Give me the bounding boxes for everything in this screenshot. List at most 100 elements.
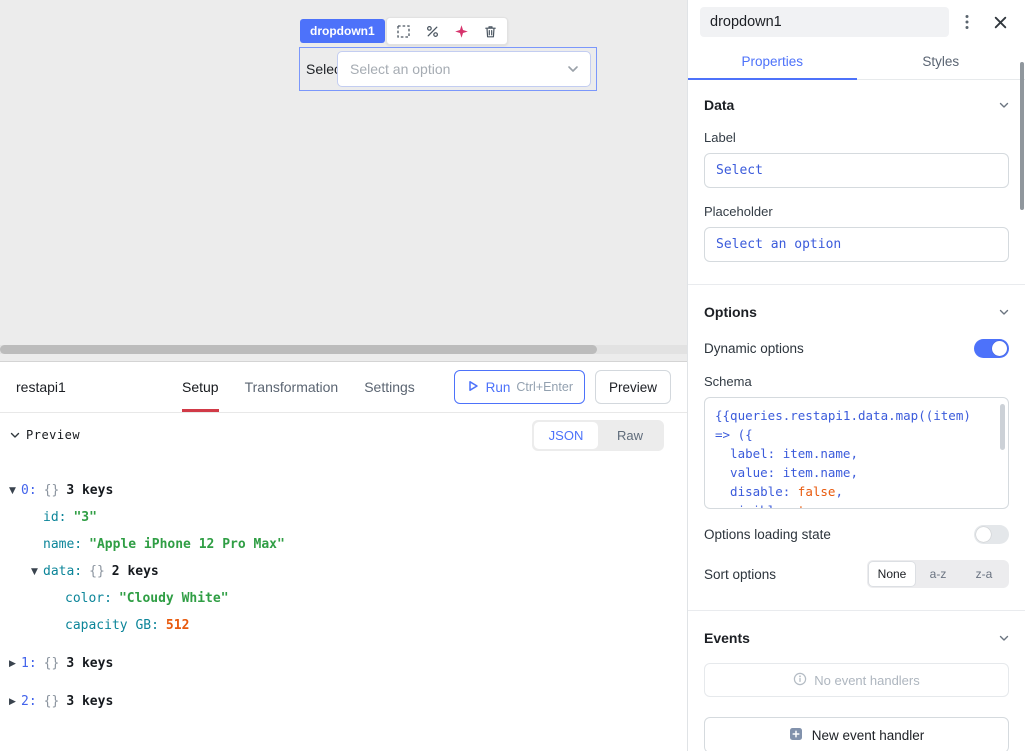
json-value: "Apple iPhone 12 Pro Max": [89, 537, 285, 552]
preview-button[interactable]: Preview: [595, 370, 671, 404]
chevron-down-icon: [567, 60, 579, 78]
play-icon: [466, 379, 480, 396]
code-line: disable: false,: [715, 482, 994, 501]
json-preview-tree: ▼0:{}3 keys id:"3" name:"Apple iPhone 12…: [0, 457, 687, 715]
toggle-knob: [992, 341, 1007, 356]
options-loading-toggle[interactable]: [974, 525, 1009, 544]
sort-options-row: Sort options None a-z z-a: [704, 560, 1009, 588]
expand-arrow-icon[interactable]: ▶: [6, 697, 19, 707]
tab-styles[interactable]: Styles: [857, 44, 1025, 80]
plus-square-icon: [789, 727, 803, 744]
expand-arrow-icon[interactable]: ▶: [6, 659, 19, 669]
tab-transformation[interactable]: Transformation: [245, 362, 339, 412]
section-data-header[interactable]: Data: [704, 96, 1009, 114]
json-braces: {}: [44, 694, 60, 709]
vertical-scrollbar-thumb[interactable]: [1020, 62, 1024, 210]
code-line: value: item.name,: [715, 463, 994, 482]
close-icon[interactable]: [985, 7, 1015, 37]
divider: [688, 610, 1025, 611]
dropdown-widget-control[interactable]: Select an option: [337, 51, 591, 87]
inspector-header: dropdown1: [688, 0, 1025, 44]
json-tree-row[interactable]: ▶1:{}3 keys: [6, 650, 687, 677]
section-title: Events: [704, 630, 750, 646]
json-key: 2:: [21, 694, 37, 709]
chevron-down-icon[interactable]: [999, 629, 1009, 647]
no-event-handlers-box: No event handlers: [704, 663, 1009, 697]
placeholder-field-label: Placeholder: [704, 204, 1009, 219]
json-key: 0:: [21, 483, 37, 498]
preview-section-label: Preview: [26, 428, 80, 442]
json-braces: {}: [44, 483, 60, 498]
query-panel-header: restapi1 Setup Transformation Settings R…: [0, 362, 687, 413]
format-raw-segment[interactable]: Raw: [598, 422, 662, 449]
dashed-square-icon[interactable]: [390, 19, 417, 43]
toggle-knob: [976, 527, 991, 542]
json-value: 512: [166, 618, 189, 633]
section-events-header[interactable]: Events: [704, 629, 1009, 647]
json-key: name:: [43, 537, 82, 552]
json-tree-row[interactable]: ▼data: {} 2 keys: [6, 558, 687, 585]
options-loading-row: Options loading state: [704, 525, 1009, 544]
dropdown-placeholder-text: Select an option: [350, 61, 450, 77]
tab-setup[interactable]: Setup: [182, 362, 219, 412]
code-line: label: item.name,: [715, 444, 994, 463]
expand-arrow-icon[interactable]: ▼: [6, 486, 19, 496]
section-title: Options: [704, 304, 757, 320]
chevron-down-icon[interactable]: [999, 303, 1009, 321]
preview-section-header: Preview JSON Raw: [0, 413, 687, 457]
run-shortcut: Ctrl+Enter: [516, 380, 573, 394]
run-button[interactable]: Run Ctrl+Enter: [454, 370, 585, 404]
horizontal-scrollbar[interactable]: [0, 345, 687, 354]
new-event-handler-button[interactable]: New event handler: [704, 717, 1009, 751]
tab-properties[interactable]: Properties: [688, 44, 857, 80]
selected-widget-tag[interactable]: dropdown1: [300, 19, 385, 43]
app-builder-window: dropdown1 Select Select an option: [0, 0, 1025, 751]
json-key: color:: [65, 591, 112, 606]
schema-code-editor[interactable]: {{queries.restapi1.data.map((item) => ({…: [704, 397, 1009, 509]
query-name: restapi1: [16, 379, 182, 395]
json-braces: {}: [44, 656, 60, 671]
code-line: visible: true: [715, 501, 994, 509]
query-actions: Run Ctrl+Enter Preview: [454, 362, 671, 412]
sort-az-segment[interactable]: a-z: [915, 562, 961, 586]
json-value: "3": [73, 510, 96, 525]
json-key: data:: [43, 564, 82, 579]
code-line: {{queries.restapi1.data.map((item): [715, 406, 994, 425]
section-options-header[interactable]: Options: [704, 303, 1009, 321]
preview-collapse-toggle[interactable]: Preview: [10, 428, 80, 442]
sparkles-icon[interactable]: [448, 19, 475, 43]
json-tree-row: color: "Cloudy White": [6, 585, 687, 612]
canvas[interactable]: dropdown1 Select Select an option: [0, 0, 687, 361]
percent-icon[interactable]: [419, 19, 446, 43]
tab-settings[interactable]: Settings: [364, 362, 415, 412]
json-tree-row[interactable]: ▼0:{}3 keys: [6, 477, 687, 504]
expand-arrow-icon[interactable]: ▼: [28, 567, 41, 577]
json-braces: {}: [89, 564, 105, 579]
sort-options-toggle: None a-z z-a: [867, 560, 1009, 588]
sort-none-segment[interactable]: None: [869, 562, 915, 586]
chevron-down-icon: [10, 428, 20, 442]
widget-name-input[interactable]: dropdown1: [700, 7, 949, 37]
info-icon: [793, 672, 807, 689]
sort-options-label: Sort options: [704, 567, 776, 582]
trash-icon[interactable]: [477, 19, 504, 43]
json-key-count: 2 keys: [112, 564, 159, 579]
kebab-menu-icon[interactable]: [954, 9, 980, 35]
json-tree-row[interactable]: ▶2:{}3 keys: [6, 688, 687, 715]
dynamic-options-toggle[interactable]: [974, 339, 1009, 358]
json-key: capacity GB:: [65, 618, 159, 633]
horizontal-scrollbar-thumb[interactable]: [0, 345, 597, 354]
label-input[interactable]: Select: [704, 153, 1009, 188]
schema-label: Schema: [704, 374, 1009, 389]
divider: [688, 284, 1025, 285]
chevron-down-icon[interactable]: [999, 96, 1009, 114]
query-tabs: Setup Transformation Settings: [182, 362, 415, 412]
json-value: "Cloudy White": [119, 591, 229, 606]
code-scrollbar-thumb[interactable]: [1000, 404, 1005, 450]
sort-za-segment[interactable]: z-a: [961, 562, 1007, 586]
query-panel: restapi1 Setup Transformation Settings R…: [0, 361, 687, 751]
dynamic-options-row: Dynamic options: [704, 339, 1009, 358]
placeholder-input[interactable]: Select an option: [704, 227, 1009, 262]
inspector-body: Data Label Select Placeholder Select an …: [688, 80, 1025, 751]
format-json-segment[interactable]: JSON: [534, 422, 598, 449]
